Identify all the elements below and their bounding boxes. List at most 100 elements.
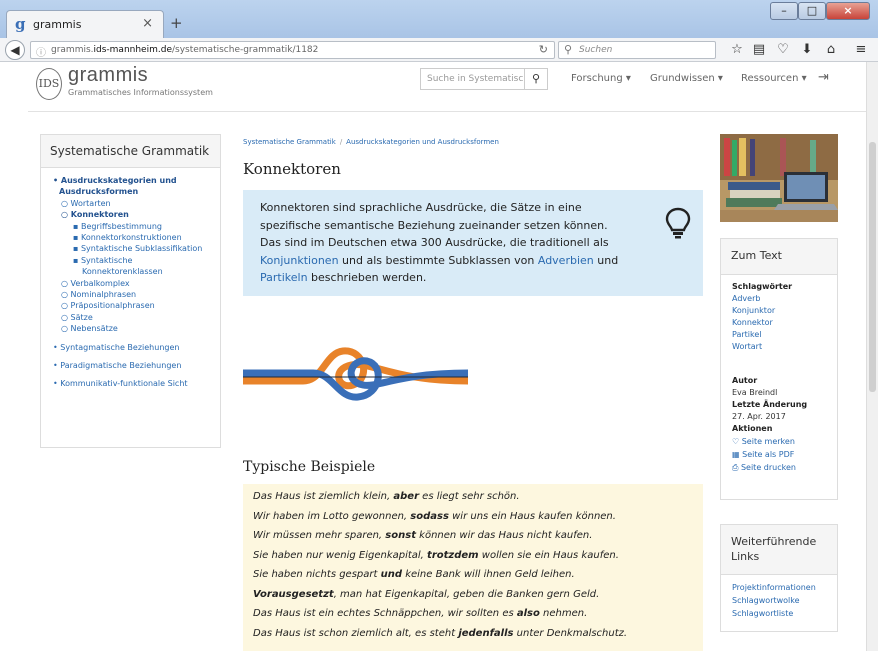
pocket-icon[interactable]: ♡ bbox=[774, 42, 792, 57]
site-search-input[interactable]: Suche in Systematisch bbox=[420, 68, 524, 90]
login-icon[interactable]: ⇥ bbox=[818, 70, 829, 85]
browser-search-input[interactable]: ⚲ Suchen bbox=[558, 41, 716, 59]
breadcrumb-item[interactable]: Ausdruckskategorien und Ausdrucksformen bbox=[346, 138, 499, 146]
author-heading: Autor bbox=[732, 376, 758, 385]
books-laptop-photo bbox=[720, 134, 838, 222]
connector-word: aber bbox=[393, 491, 419, 502]
nav-tree-item[interactable]: ○ Wortarten bbox=[61, 198, 111, 209]
heart-icon: ♡ bbox=[732, 437, 742, 446]
last-changed-date: 27. Apr. 2017 bbox=[732, 412, 786, 421]
link-partikeln[interactable]: Partikeln bbox=[260, 271, 308, 284]
search-icon: ⚲ bbox=[564, 43, 573, 56]
connector-word: jedenfalls bbox=[458, 627, 514, 639]
scrollbar-thumb[interactable] bbox=[869, 142, 876, 392]
nav-tree-item[interactable]: • Ausdruckskategorien und bbox=[53, 175, 177, 186]
example-sentence: Das Haus ist ziemlich klein, aber es lie… bbox=[253, 491, 520, 502]
browser-titlebar: g grammis × + – □ × bbox=[0, 0, 878, 38]
lightbulb-icon bbox=[665, 207, 691, 239]
keyword-link[interactable]: Adverb bbox=[732, 293, 760, 304]
connector-word: sodass bbox=[410, 510, 449, 522]
minimize-button[interactable]: – bbox=[770, 2, 798, 20]
examples-box: Das Haus ist ziemlich klein, aber es lie… bbox=[243, 484, 703, 651]
nav-grundwissen[interactable]: Grundwissen ▾ bbox=[650, 73, 723, 84]
print-page-action[interactable]: ⎙ Seite drucken bbox=[732, 462, 796, 473]
nav-ressourcen[interactable]: Ressourcen ▾ bbox=[741, 73, 807, 84]
connector-word: trotzdem bbox=[427, 549, 479, 561]
bookmark-star-icon[interactable]: ☆ bbox=[728, 42, 746, 57]
breadcrumb-item[interactable]: Systematische Grammatik bbox=[243, 138, 336, 146]
nav-tree-item[interactable]: ○ Sätze bbox=[61, 312, 93, 323]
keywords-heading: Schlagwörter bbox=[732, 282, 793, 291]
pdf-icon: ▦ bbox=[732, 450, 743, 459]
grammis-favicon-icon: g bbox=[15, 15, 26, 33]
nav-tree-item[interactable]: ○ Nominalphrasen bbox=[61, 289, 136, 300]
examples-heading: Typische Beispiele bbox=[243, 459, 376, 475]
further-link[interactable]: Schlagwortliste bbox=[732, 608, 793, 619]
download-icon[interactable]: ⬇ bbox=[798, 42, 816, 57]
info-icon[interactable]: ⓘ bbox=[36, 44, 46, 59]
nav-tree-item[interactable]: ▪ Syntaktische Subklassifikation bbox=[73, 243, 202, 254]
nav-tree-item[interactable]: • Syntagmatische Beziehungen bbox=[53, 342, 179, 353]
link-konjunktionen[interactable]: Konjunktionen bbox=[260, 254, 339, 267]
bookmarks-list-icon[interactable]: ▤ bbox=[750, 42, 768, 57]
example-sentence: Das Haus ist ein echtes Schnäppchen, wir… bbox=[253, 608, 588, 619]
address-bar[interactable]: ⓘ grammis.ids-mannheim.de/systematische-… bbox=[30, 41, 555, 59]
close-window-button[interactable]: × bbox=[826, 2, 870, 20]
logo-word[interactable]: grammis bbox=[68, 64, 148, 87]
author-name: Eva Breindl bbox=[732, 388, 778, 397]
pdf-page-action[interactable]: ▦ Seite als PDF bbox=[732, 449, 794, 460]
link-adverbien[interactable]: Adverbien bbox=[538, 254, 594, 267]
nav-tree-item[interactable]: ○ Konnektoren bbox=[61, 209, 129, 220]
close-tab-icon[interactable]: × bbox=[142, 16, 153, 31]
nav-forschung[interactable]: Forschung ▾ bbox=[571, 73, 631, 84]
definition-text: Konnektoren sind sprachliche Ausdrücke, … bbox=[260, 201, 619, 284]
reload-icon[interactable]: ↻ bbox=[539, 43, 548, 56]
keyword-link[interactable]: Partikel bbox=[732, 329, 762, 340]
browser-tab[interactable]: g grammis × bbox=[6, 10, 164, 38]
nav-tree-item[interactable]: ▪ Konnektorkonstruktionen bbox=[73, 232, 182, 243]
back-button[interactable]: ◀ bbox=[5, 40, 25, 60]
nav-tree-item[interactable]: • Kommunikativ-funktionale Sicht bbox=[53, 378, 188, 389]
further-link[interactable]: Schlagwortwolke bbox=[732, 595, 800, 606]
nav-tree-item[interactable]: ○ Nebensätze bbox=[61, 323, 118, 334]
nav-tree-item[interactable]: ○ Präpositionalphrasen bbox=[61, 300, 155, 311]
example-sentence: Vorausgesetzt, man hat Eigenkapital, geb… bbox=[253, 588, 600, 600]
about-text-box: Zum Text bbox=[720, 238, 838, 500]
connector-word: also bbox=[516, 608, 540, 619]
nav-tree-item[interactable]: ▪ Syntaktische bbox=[73, 255, 132, 266]
menu-icon[interactable]: ≡ bbox=[852, 42, 870, 57]
keyword-link[interactable]: Konnektor bbox=[732, 317, 773, 328]
connector-word: und bbox=[380, 569, 403, 580]
maximize-button[interactable]: □ bbox=[798, 2, 826, 20]
printer-icon: ⎙ bbox=[732, 463, 741, 472]
nav-tree-item[interactable]: • Paradigmatische Beziehungen bbox=[53, 360, 181, 371]
definition-box: Konnektoren sind sprachliche Ausdrücke, … bbox=[243, 190, 703, 296]
keyword-link[interactable]: Konjunktor bbox=[732, 305, 775, 316]
nav-tree-item[interactable]: Konnektorenklassen bbox=[82, 266, 163, 277]
connector-word: sonst bbox=[385, 530, 416, 541]
example-sentence: Sie haben nur wenig Eigenkapital, trotzd… bbox=[253, 549, 619, 561]
new-tab-icon[interactable]: + bbox=[170, 14, 183, 32]
keyword-link[interactable]: Wortart bbox=[732, 341, 762, 352]
breadcrumb: Systematische Grammatik / Ausdruckskategor… bbox=[243, 138, 499, 146]
about-text-title: Zum Text bbox=[721, 239, 837, 275]
ids-logo[interactable]: IDS bbox=[36, 68, 62, 100]
example-sentence: Wir müssen mehr sparen, sonst können wir… bbox=[253, 530, 593, 541]
further-link[interactable]: Projektinformationen bbox=[732, 582, 816, 593]
nav-panel-title: Systematische Grammatik bbox=[41, 135, 220, 168]
site-search-button[interactable]: ⚲ bbox=[524, 68, 548, 90]
home-icon[interactable]: ⌂ bbox=[822, 42, 840, 57]
example-sentence: Sie haben nichts gespart und keine Bank … bbox=[253, 569, 575, 580]
nav-tree-item[interactable]: ○ Verbalkomplex bbox=[61, 278, 130, 289]
last-changed-heading: Letzte Änderung bbox=[732, 400, 808, 409]
site-header: IDS grammis Grammatisches Informationssy… bbox=[28, 62, 866, 112]
nav-tree-item[interactable]: ▪ Begriffsbestimmung bbox=[73, 221, 162, 232]
bookmark-page-action[interactable]: ♡ Seite merken bbox=[732, 436, 795, 447]
browser-navbar: ◀ ⓘ grammis.ids-mannheim.de/systematisch… bbox=[0, 38, 878, 62]
page-scrollbar[interactable] bbox=[866, 62, 878, 651]
nav-tree-item[interactable]: Ausdrucksformen bbox=[59, 186, 138, 197]
example-sentence: Das Haus ist schon ziemlich alt, es steh… bbox=[253, 627, 628, 639]
knot-illustration bbox=[243, 347, 468, 401]
further-links-title: Weiterführende Links bbox=[721, 525, 837, 575]
url-text: grammis.ids-mannheim.de/systematische-gr… bbox=[51, 45, 319, 55]
